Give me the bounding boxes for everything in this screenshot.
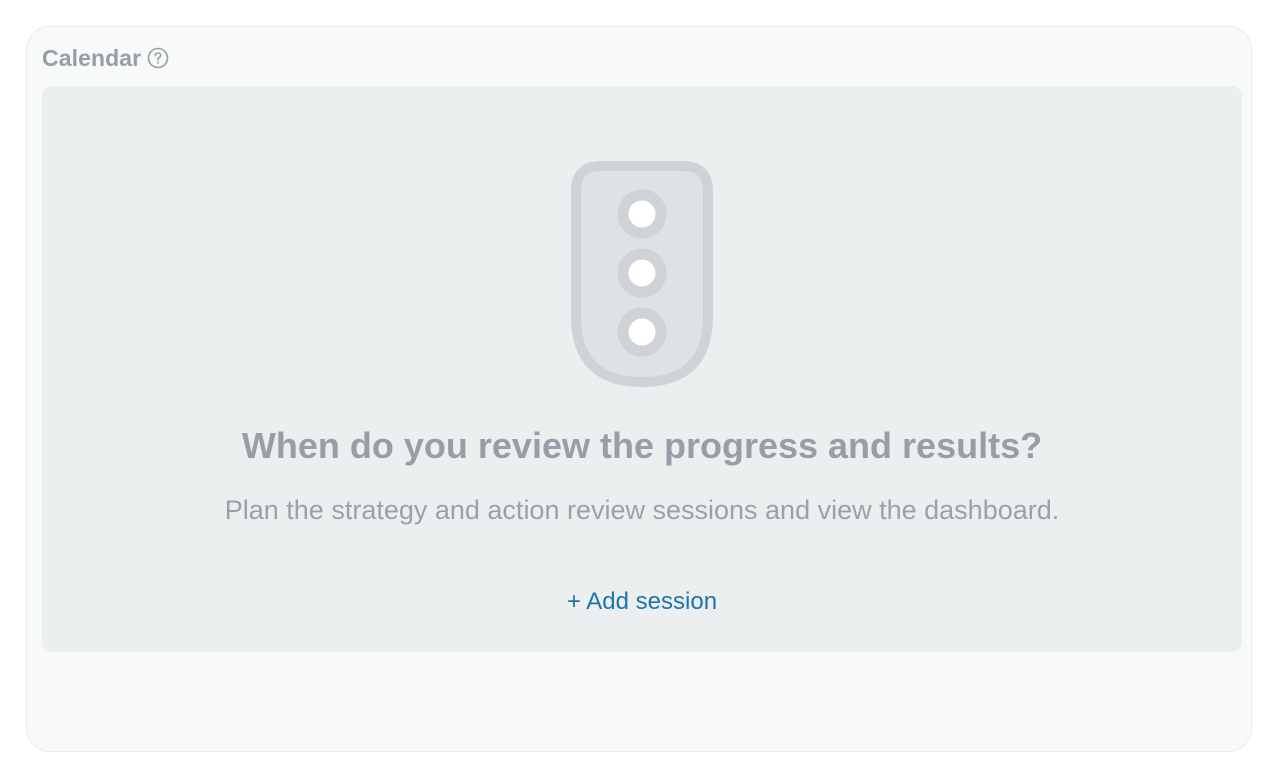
traffic-light-icon bbox=[571, 161, 713, 388]
empty-state-description: Plan the strategy and action review sess… bbox=[224, 495, 1060, 525]
calendar-card: Calendar When do you review the progress… bbox=[26, 26, 1252, 752]
empty-state-panel: When do you review the progress and resu… bbox=[42, 86, 1242, 652]
help-icon[interactable] bbox=[147, 47, 169, 69]
empty-state-title: When do you review the progress and resu… bbox=[241, 425, 1043, 466]
card-title: Calendar bbox=[42, 44, 142, 71]
card-header: Calendar bbox=[42, 43, 169, 73]
add-session-button[interactable]: + Add session bbox=[542, 582, 742, 622]
